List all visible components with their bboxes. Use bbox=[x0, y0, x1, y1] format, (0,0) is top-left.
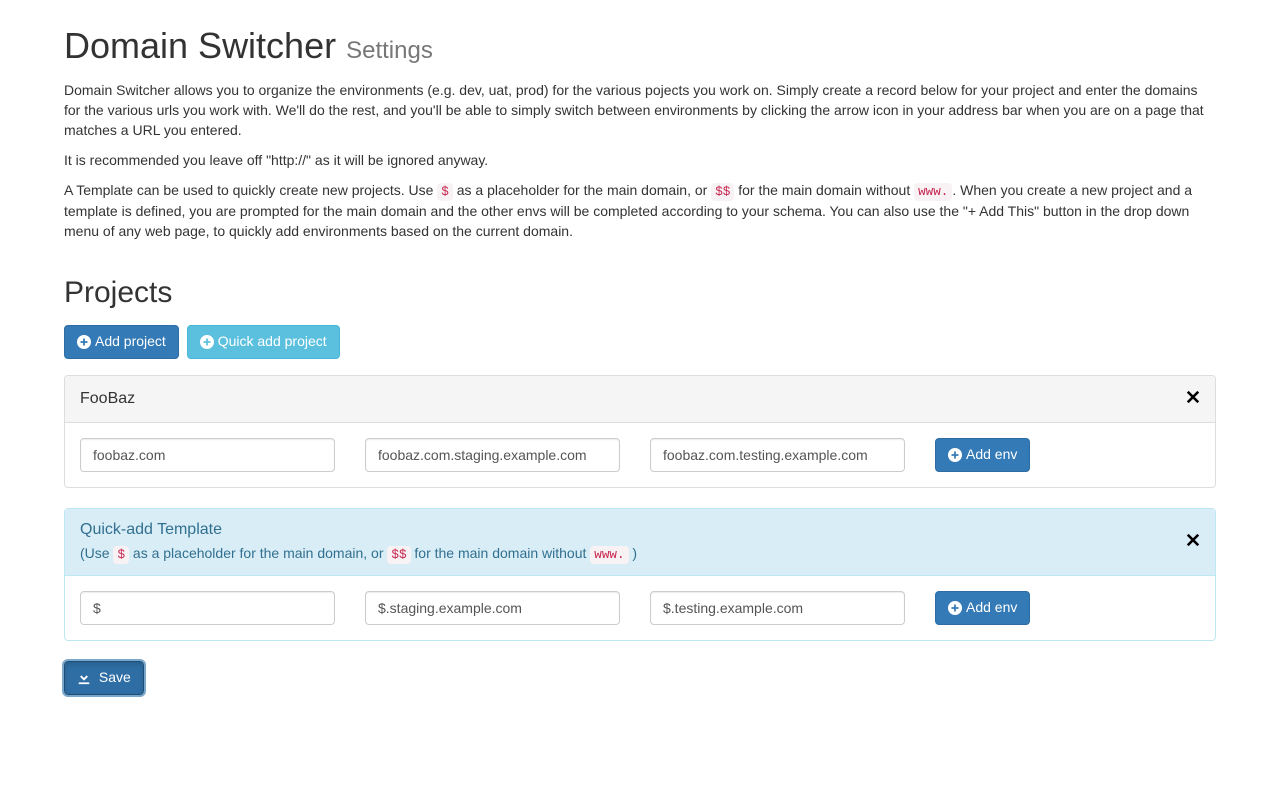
add-project-label: Add project bbox=[95, 332, 166, 352]
env-input[interactable] bbox=[650, 438, 905, 472]
template-env-input[interactable] bbox=[80, 591, 335, 625]
intro-paragraph-2: It is recommended you leave off "http://… bbox=[64, 151, 1216, 171]
add-env-label: Add env bbox=[966, 598, 1017, 618]
plus-circle-icon bbox=[948, 601, 962, 615]
hint-text: for the main domain without bbox=[411, 545, 591, 561]
plus-circle-icon bbox=[200, 335, 214, 349]
intro-text: A Template can be used to quickly create… bbox=[64, 182, 437, 198]
add-template-env-button[interactable]: Add env bbox=[935, 591, 1030, 625]
template-panel-heading: Quick-add Template (Use $ as a placehold… bbox=[65, 509, 1215, 576]
hint-text: (Use bbox=[80, 545, 113, 561]
save-button[interactable]: Save bbox=[64, 661, 144, 695]
intro-text: for the main domain without bbox=[734, 182, 914, 198]
template-env-input[interactable] bbox=[365, 591, 620, 625]
intro-paragraph-3: A Template can be used to quickly create… bbox=[64, 181, 1216, 242]
save-label: Save bbox=[99, 668, 131, 688]
template-panel-body: Add env bbox=[65, 576, 1215, 640]
quick-add-project-button[interactable]: Quick add project bbox=[187, 325, 340, 359]
add-project-button[interactable]: Add project bbox=[64, 325, 179, 359]
project-panel-heading: FooBaz bbox=[65, 376, 1215, 423]
delete-project-button[interactable] bbox=[1186, 386, 1200, 412]
add-env-button[interactable]: Add env bbox=[935, 438, 1030, 472]
title-main: Domain Switcher bbox=[64, 25, 336, 66]
page-title: Domain Switcher Settings bbox=[64, 20, 1216, 71]
template-env-input[interactable] bbox=[650, 591, 905, 625]
hint-text: as a placeholder for the main domain, or bbox=[129, 545, 387, 561]
project-panel-body: Add env bbox=[65, 423, 1215, 487]
close-icon bbox=[1186, 533, 1200, 547]
title-sub: Settings bbox=[346, 37, 433, 64]
env-input[interactable] bbox=[80, 438, 335, 472]
intro-text: as a placeholder for the main domain, or bbox=[453, 182, 711, 198]
project-name: FooBaz bbox=[80, 388, 1176, 411]
project-panel: FooBaz Add env bbox=[64, 375, 1216, 488]
template-panel: Quick-add Template (Use $ as a placehold… bbox=[64, 508, 1216, 641]
template-hint: (Use $ as a placeholder for the main dom… bbox=[80, 544, 1176, 565]
placeholder-code-dollar: $ bbox=[437, 183, 453, 201]
add-env-label: Add env bbox=[966, 445, 1017, 465]
hint-text: ) bbox=[629, 545, 638, 561]
placeholder-code-double-dollar: $$ bbox=[711, 183, 734, 201]
projects-heading: Projects bbox=[64, 272, 1216, 315]
placeholder-code-double-dollar: $$ bbox=[387, 546, 410, 564]
placeholder-code-www: www. bbox=[914, 183, 952, 201]
plus-circle-icon bbox=[948, 448, 962, 462]
close-icon bbox=[1186, 390, 1200, 404]
template-title: Quick-add Template bbox=[80, 521, 222, 538]
plus-circle-icon bbox=[77, 335, 91, 349]
intro-paragraph-1: Domain Switcher allows you to organize t… bbox=[64, 81, 1216, 141]
env-input[interactable] bbox=[365, 438, 620, 472]
placeholder-code-www: www. bbox=[590, 546, 628, 564]
placeholder-code-dollar: $ bbox=[113, 546, 129, 564]
quick-add-project-label: Quick add project bbox=[218, 332, 327, 352]
download-icon bbox=[77, 671, 91, 685]
delete-template-button[interactable] bbox=[1186, 529, 1200, 555]
